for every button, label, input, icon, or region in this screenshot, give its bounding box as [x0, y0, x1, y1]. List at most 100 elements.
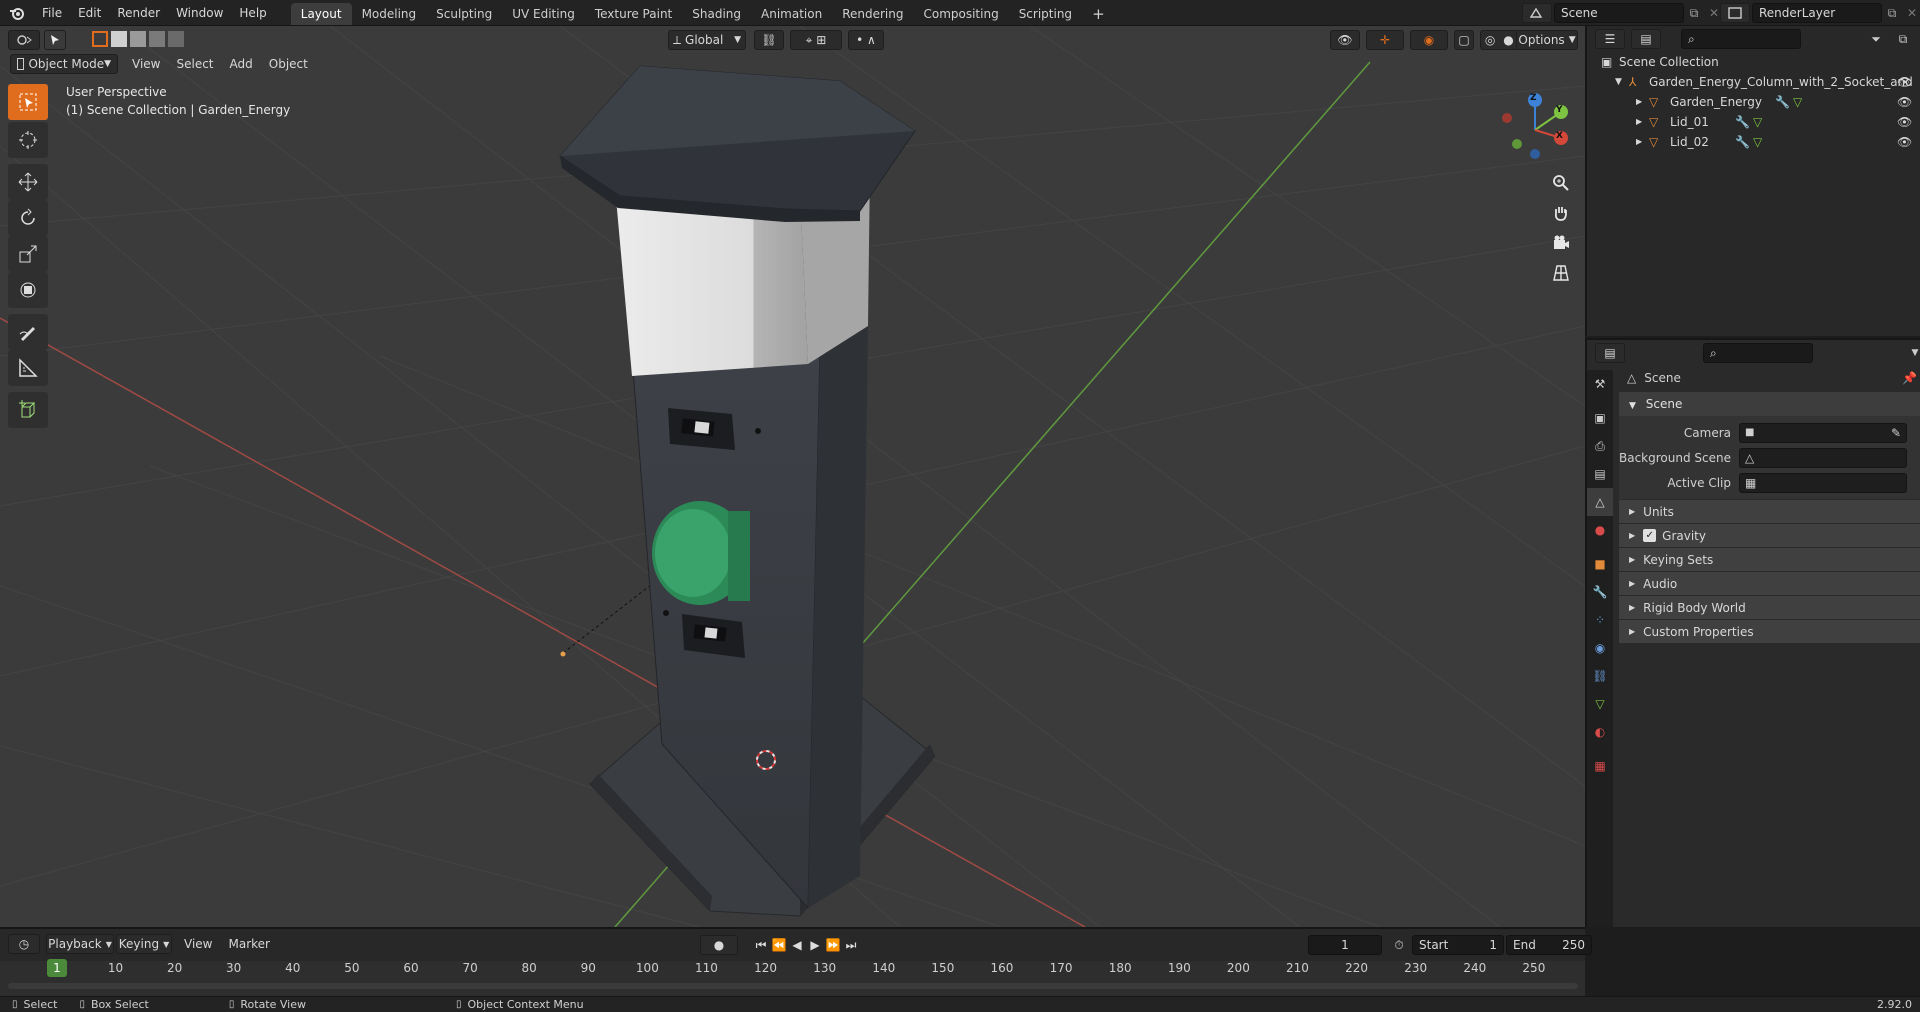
- garden-energy-column[interactable]: [559, 65, 936, 917]
- audio-subpanel[interactable]: ▶ Audio: [1619, 571, 1920, 595]
- view-layer-name-field[interactable]: RenderLayer: [1752, 3, 1882, 23]
- tool-settings-tab-icon[interactable]: ⚒: [1587, 370, 1613, 398]
- end-frame-field[interactable]: End 250: [1506, 935, 1592, 955]
- tab-scripting[interactable]: Scripting: [1009, 3, 1082, 25]
- options-dropdown[interactable]: Options ▼: [1516, 30, 1578, 50]
- rigid-body-world-subpanel[interactable]: ▶ Rigid Body World: [1619, 595, 1920, 619]
- pan-hand-icon[interactable]: [1546, 198, 1576, 228]
- units-subpanel[interactable]: ▶ Units: [1619, 499, 1920, 523]
- jump-end-icon[interactable]: ⏭: [842, 938, 860, 953]
- eyedropper-icon[interactable]: ✎: [1891, 426, 1901, 440]
- tab-layout[interactable]: Layout: [290, 2, 352, 25]
- new-selection-icon[interactable]: [92, 31, 108, 47]
- material-tab-icon[interactable]: ◐: [1587, 718, 1613, 746]
- constraints-tab-icon[interactable]: ⛓: [1587, 662, 1613, 690]
- visibility-eye-icon[interactable]: 👁: [1897, 132, 1912, 152]
- add-workspace-button[interactable]: +: [1082, 3, 1115, 25]
- play-icon[interactable]: ▶: [806, 938, 824, 952]
- view-layer-browse-button[interactable]: [1720, 3, 1750, 23]
- menu-object[interactable]: Object: [261, 57, 316, 71]
- properties-editor-type-icon[interactable]: ▤: [1595, 343, 1625, 363]
- new-scene-icon[interactable]: ⧉: [1684, 6, 1704, 21]
- properties-search-input[interactable]: ⌕: [1703, 343, 1813, 363]
- render-tab-icon[interactable]: ▣: [1587, 404, 1613, 432]
- camera-field[interactable]: ■ ✎: [1739, 422, 1907, 443]
- select-mode-icon[interactable]: [44, 30, 66, 50]
- menu-window[interactable]: Window: [168, 0, 231, 26]
- background-scene-field[interactable]: △: [1739, 447, 1907, 468]
- scene-name-field[interactable]: Scene: [1554, 3, 1684, 23]
- scene-tab-icon[interactable]: △: [1587, 488, 1613, 516]
- tab-rendering[interactable]: Rendering: [832, 3, 913, 25]
- intersect-selection-icon[interactable]: [168, 31, 184, 47]
- mesh-data-icon[interactable]: ▽: [1753, 132, 1762, 152]
- new-collection-icon[interactable]: ⧉: [1893, 32, 1913, 47]
- modifier-wrench-icon[interactable]: 🔧: [1735, 132, 1750, 152]
- tab-texture-paint[interactable]: Texture Paint: [585, 3, 682, 25]
- expand-arrow-icon[interactable]: ▶: [1636, 92, 1642, 112]
- outliner-search-input[interactable]: ⌕: [1681, 29, 1801, 49]
- zoom-icon[interactable]: [1546, 168, 1576, 198]
- tab-compositing[interactable]: Compositing: [913, 3, 1008, 25]
- auto-keying-button[interactable]: ●: [700, 935, 738, 955]
- collection-row[interactable]: ▼ ⅄ Garden_Energy_Column_with_2_Socket_a…: [1587, 72, 1920, 92]
- filter-icon[interactable]: ⏷: [1861, 32, 1891, 47]
- measure-icon[interactable]: [8, 350, 48, 386]
- scene-collection-row[interactable]: ▣ Scene Collection: [1587, 52, 1920, 72]
- particles-tab-icon[interactable]: ⁘: [1587, 606, 1613, 634]
- keying-sets-subpanel[interactable]: ▶ Keying Sets: [1619, 547, 1920, 571]
- modifiers-tab-icon[interactable]: 🔧: [1587, 578, 1613, 606]
- tab-shading[interactable]: Shading: [682, 3, 751, 25]
- world-tab-icon[interactable]: ●: [1587, 516, 1613, 544]
- gravity-checkbox[interactable]: ✓: [1643, 529, 1657, 542]
- 3d-viewport[interactable]: [0, 26, 1585, 927]
- outliner-editor-type-icon[interactable]: ☰: [1595, 29, 1625, 49]
- delete-view-layer-icon[interactable]: ✕: [1902, 6, 1920, 20]
- transform-icon[interactable]: [8, 272, 48, 308]
- menu-render[interactable]: Render: [109, 0, 168, 26]
- pivot-point-button[interactable]: ⛓: [754, 30, 784, 50]
- timeline-editor-type-icon[interactable]: ◷: [8, 934, 40, 954]
- outliner-item-lid-01[interactable]: ▶ ▽ Lid_01 🔧 ▽ 👁: [1587, 112, 1920, 132]
- scene-panel-header[interactable]: ▼ Scene: [1619, 392, 1920, 416]
- visibility-eye-icon[interactable]: 👁: [1897, 112, 1912, 132]
- mesh-data-icon[interactable]: ▽: [1793, 92, 1802, 112]
- add-cube-icon[interactable]: [8, 392, 48, 428]
- object-tab-icon[interactable]: ■: [1587, 550, 1613, 578]
- cursor-icon[interactable]: [8, 122, 48, 158]
- properties-options-icon[interactable]: ▼: [1905, 348, 1920, 358]
- expand-arrow-icon[interactable]: ▼: [1615, 72, 1622, 92]
- invert-selection-icon[interactable]: [149, 31, 165, 47]
- view-layer-tab-icon[interactable]: ▤: [1587, 460, 1613, 488]
- overlays-toggle-icon[interactable]: ◉: [1410, 30, 1448, 50]
- texture-tab-icon[interactable]: ▦: [1587, 752, 1613, 780]
- playback-menu[interactable]: Playback ▼: [46, 934, 114, 954]
- perspective-toggle-icon[interactable]: [1546, 258, 1576, 288]
- xray-toggle-icon[interactable]: ▢: [1454, 30, 1474, 50]
- scale-icon[interactable]: [8, 236, 48, 272]
- object-data-tab-icon[interactable]: ▽: [1587, 690, 1613, 718]
- timeline-view-menu[interactable]: View: [176, 937, 220, 951]
- blender-logo-icon[interactable]: [0, 0, 34, 26]
- visibility-eye-icon[interactable]: 👁: [1897, 92, 1912, 112]
- custom-properties-subpanel[interactable]: ▶ Custom Properties: [1619, 619, 1920, 643]
- extend-selection-icon[interactable]: [111, 31, 127, 47]
- menu-help[interactable]: Help: [231, 0, 274, 26]
- menu-view[interactable]: View: [124, 57, 168, 71]
- tab-animation[interactable]: Animation: [751, 3, 832, 25]
- modifier-wrench-icon[interactable]: 🔧: [1735, 112, 1750, 132]
- marker-menu[interactable]: Marker: [220, 937, 277, 951]
- menu-select[interactable]: Select: [168, 57, 221, 71]
- output-tab-icon[interactable]: ⎙: [1587, 432, 1613, 460]
- subtract-selection-icon[interactable]: [130, 31, 146, 47]
- timeline-scrollbar[interactable]: [8, 983, 1578, 989]
- play-reverse-icon[interactable]: ◀: [788, 938, 806, 952]
- tab-sculpting[interactable]: Sculpting: [426, 3, 502, 25]
- active-clip-field[interactable]: ▦: [1739, 472, 1907, 493]
- menu-file[interactable]: File: [34, 0, 70, 26]
- mesh-data-icon[interactable]: ▽: [1753, 112, 1762, 132]
- visibility-eye-icon[interactable]: 👁: [1330, 30, 1360, 50]
- tab-modeling[interactable]: Modeling: [352, 3, 427, 25]
- visibility-eye-icon[interactable]: 👁: [1897, 72, 1912, 92]
- jump-keyframe-forward-icon[interactable]: ⏩: [824, 938, 842, 952]
